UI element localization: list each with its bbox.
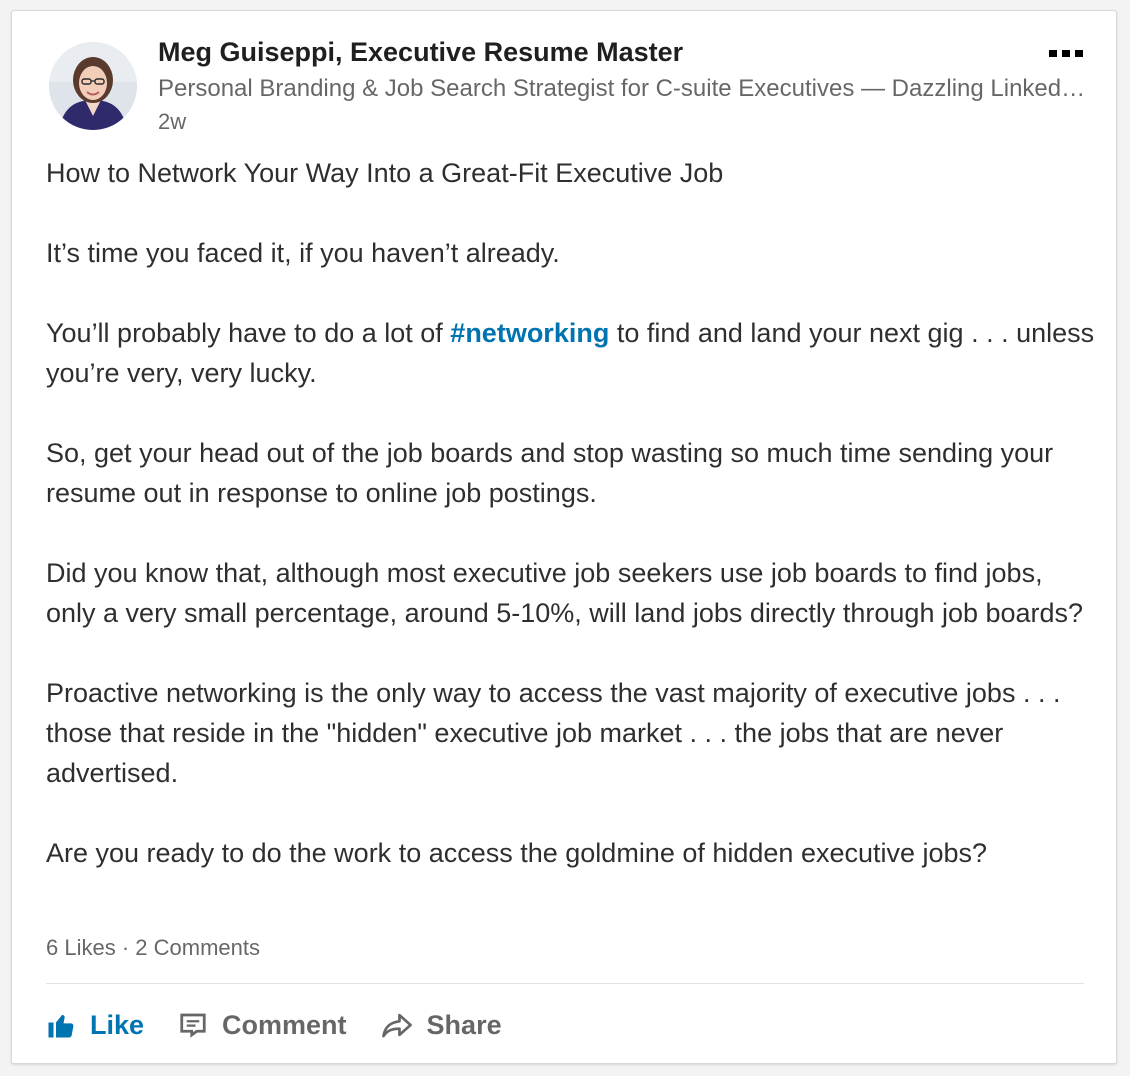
share-arrow-icon [381, 1013, 412, 1038]
author-headline: Personal Branding & Job Search Strategis… [158, 75, 1088, 102]
post-paragraph: Did you know that, although most executi… [46, 558, 1084, 628]
post-timestamp: 2w [158, 109, 187, 134]
more-options-icon-dot [1075, 49, 1083, 57]
counts-separator: · [115, 935, 136, 960]
author-avatar[interactable] [49, 42, 137, 130]
post-title: How to Network Your Way Into a Great-Fit… [46, 158, 724, 188]
comment-button[interactable]: Comment [178, 1010, 347, 1041]
more-options-button[interactable] [1042, 39, 1090, 67]
share-button[interactable]: Share [381, 1010, 502, 1041]
more-options-icon [1049, 49, 1057, 57]
feed-post-card: Meg Guiseppi, Executive Resume Master Pe… [11, 10, 1117, 1064]
divider [46, 983, 1084, 984]
post-paragraph: Proactive networking is the only way to … [46, 678, 1061, 788]
thumbs-up-icon [48, 1015, 74, 1038]
post-text: You’ll probably have to do a lot of [46, 318, 451, 348]
comment-bubble-icon [180, 1013, 206, 1038]
more-options-icon-dot [1062, 49, 1070, 57]
comments-count[interactable]: 2 Comments [135, 935, 260, 960]
post-paragraph: You’ll probably have to do a lot of #net… [46, 313, 1096, 393]
post-paragraph: Are you ready to do the work to access t… [46, 838, 988, 868]
post-paragraph: It’s time you faced it, if you haven’t a… [46, 238, 560, 268]
share-label: Share [426, 1009, 502, 1040]
like-button[interactable]: Like [46, 1010, 144, 1041]
social-counts: 6 Likes · 2 Comments [46, 935, 260, 961]
author-photo [49, 42, 137, 130]
social-actions-bar: Like Comment Share [46, 1005, 536, 1045]
likes-count[interactable]: 6 Likes [46, 935, 116, 960]
post-paragraph: So, get your head out of the job boards … [46, 438, 1054, 508]
like-label: Like [90, 1009, 145, 1040]
comment-label: Comment [222, 1009, 347, 1040]
hashtag-link[interactable]: #networking [450, 318, 609, 348]
author-name[interactable]: Meg Guiseppi, Executive Resume Master [158, 37, 683, 68]
post-body: How to Network Your Way Into a Great-Fit… [46, 153, 1096, 913]
